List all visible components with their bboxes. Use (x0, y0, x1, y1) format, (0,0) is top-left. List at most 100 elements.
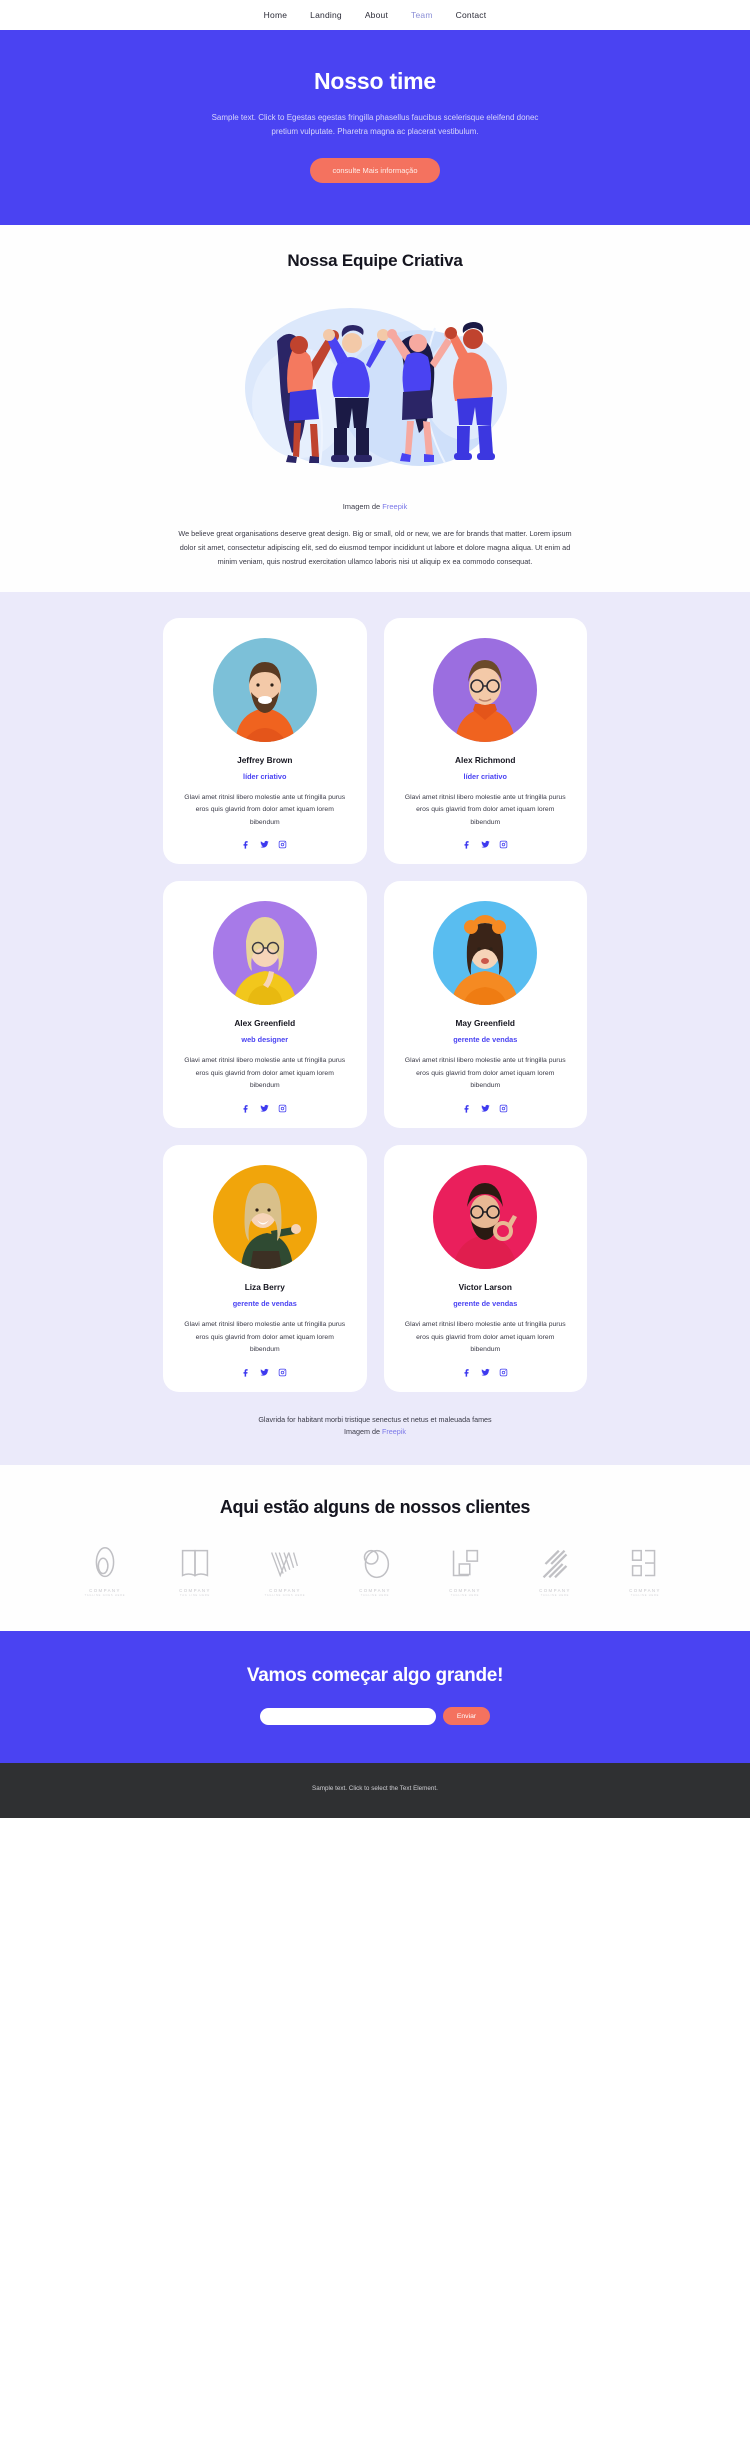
team-card[interactable]: Alex Richmond líder criativo Glavi amet … (383, 617, 587, 865)
facebook-icon[interactable] (242, 840, 251, 849)
team-credit-prefix: Imagem de (344, 1427, 382, 1437)
avatar (212, 1165, 317, 1270)
subscribe-form: Enviar (0, 1707, 750, 1726)
member-socials (177, 1368, 353, 1377)
creative-team-title: Nossa Equipe Criativa (287, 251, 463, 270)
oval-loop-mark (95, 1546, 115, 1578)
cta-title: Vamos começar algo grande! (246, 1665, 504, 1687)
client-logo-name: COMPANY (539, 1587, 571, 1593)
member-name: May Greenfield (455, 1018, 515, 1029)
instagram-icon[interactable] (278, 840, 287, 849)
client-logo-tagline: TAGLINE HERE (450, 1594, 480, 1598)
client-logo[interactable]: COMPANY TAGLINE GOES HERE (66, 1544, 144, 1597)
illustration-credit: Imagem de Freepik (0, 502, 750, 511)
member-socials (177, 1104, 353, 1113)
member-name: Jeffrey Brown (237, 754, 293, 765)
main-navigation: Home Landing About Team Contact (0, 0, 750, 30)
client-logo[interactable]: COMPANY TAGLINE HERE (606, 1544, 684, 1598)
bracket-blocks-mark (631, 1549, 656, 1577)
hero-title: Nosso time (314, 68, 436, 94)
facebook-icon[interactable] (463, 1104, 472, 1113)
member-bio: Glavi amet ritnisl libero molestie ante … (184, 1057, 346, 1090)
footer-text: Sample text. Click to select the Text El… (312, 1785, 438, 1793)
member-role: gerente de vendas (453, 1299, 518, 1309)
cta-section: Vamos começar algo grande! Enviar (0, 1631, 750, 1764)
nav-item-about[interactable]: About (365, 10, 388, 20)
member-name: Alex Greenfield (234, 1018, 296, 1029)
twitter-icon[interactable] (481, 1104, 490, 1113)
client-logo-name: COMPANY (629, 1587, 661, 1593)
avatar (212, 901, 317, 1006)
member-socials (398, 1368, 574, 1377)
instagram-icon[interactable] (278, 1368, 287, 1377)
submit-button[interactable]: Enviar (442, 1707, 491, 1726)
nav-item-contact[interactable]: Contact (456, 10, 487, 20)
team-caption-text: Glavrida for habitant morbi tristique se… (258, 1414, 492, 1424)
avatar (433, 637, 538, 742)
twitter-icon[interactable] (260, 840, 269, 849)
nav-item-home[interactable]: Home (264, 10, 287, 20)
client-logo[interactable]: COMPANY TAGLINE HERE (336, 1544, 414, 1597)
team-card[interactable]: May Greenfield gerente de vendas Glavi a… (383, 881, 587, 1129)
member-role: gerente de vendas (232, 1299, 297, 1309)
member-socials (177, 840, 353, 849)
facebook-icon[interactable] (463, 840, 472, 849)
team-caption: Glavrida for habitant morbi tristique se… (0, 1414, 750, 1455)
member-socials (398, 840, 574, 849)
team-grid: Jeffrey Brown líder criativo Glavi amet … (163, 617, 587, 1392)
client-logos: COMPANY TAGLINE GOES HERE COMPANY TAG LI… (0, 1544, 750, 1598)
client-logo-tagline: TAG LINE HERE (180, 1594, 210, 1598)
member-name: Liza Berry (244, 1282, 285, 1293)
facebook-icon[interactable] (463, 1368, 472, 1377)
client-logo-tagline: TAGLINE HERE (630, 1594, 660, 1598)
open-book-mark (181, 1549, 209, 1577)
credit-prefix: Imagem de (342, 502, 383, 511)
credit-link-freepik[interactable]: Freepik (382, 502, 407, 511)
nav-item-landing[interactable]: Landing (310, 10, 342, 20)
creative-team-section: Nossa Equipe Criativa Imagem de Freepik … (0, 225, 750, 592)
instagram-icon[interactable] (499, 840, 508, 849)
hero-subtitle: Sample text. Click to Egestas egestas fr… (211, 113, 539, 136)
instagram-icon[interactable] (499, 1104, 508, 1113)
client-logo-name: COMPANY (179, 1587, 211, 1593)
client-logo[interactable]: COMPANY TAGLINE GOES HERE (246, 1544, 324, 1598)
team-card[interactable]: Liza Berry gerente de vendas Glavi amet … (163, 1145, 367, 1392)
instagram-icon[interactable] (499, 1368, 508, 1377)
client-logo-name: COMPANY (89, 1587, 121, 1593)
client-logo[interactable]: COMPANY TAG LINE HERE (156, 1544, 234, 1598)
client-logo[interactable]: COMPANY TAGLINE HERE (426, 1544, 504, 1598)
creative-team-paragraph: We believe great organisations deserve g… (178, 529, 572, 567)
instagram-icon[interactable] (278, 1104, 287, 1113)
chevron-lines-mark (271, 1552, 299, 1578)
twitter-icon[interactable] (260, 1368, 269, 1377)
twitter-icon[interactable] (481, 840, 490, 849)
client-logo[interactable]: COMPANY TAGLINE HERE (516, 1544, 594, 1597)
member-role: web designer (241, 1035, 289, 1045)
team-members-section: Jeffrey Brown líder criativo Glavi amet … (0, 591, 750, 1465)
teamwork-illustration (230, 293, 520, 493)
member-name: Alex Richmond (455, 754, 516, 765)
facebook-icon[interactable] (242, 1104, 251, 1113)
clients-section: Aqui estão alguns de nossos clientes COM… (0, 1464, 750, 1632)
member-role: gerente de vendas (453, 1035, 518, 1045)
team-card[interactable]: Alex Greenfield web designer Glavi amet … (163, 881, 367, 1129)
team-credit-link-freepik[interactable]: Freepik (382, 1427, 406, 1436)
hero-cta-button[interactable]: consulte Mais informação (310, 158, 440, 183)
team-card[interactable]: Jeffrey Brown líder criativo Glavi amet … (163, 617, 367, 865)
member-name: Victor Larson (458, 1282, 512, 1293)
member-socials (398, 1104, 574, 1113)
team-card[interactable]: Victor Larson gerente de vendas Glavi am… (383, 1145, 587, 1392)
facebook-icon[interactable] (242, 1368, 251, 1377)
squares-corner-mark (452, 1549, 479, 1577)
client-logo-tagline: TAGLINE GOES HERE (264, 1594, 306, 1598)
avatar (433, 1165, 538, 1270)
diagonal-stripes-mark (542, 1549, 568, 1579)
client-logo-name: COMPANY (269, 1587, 301, 1593)
twitter-icon[interactable] (260, 1104, 269, 1113)
email-input[interactable] (259, 1707, 436, 1725)
client-logo-name: COMPANY (449, 1587, 481, 1593)
member-bio: Glavi amet ritnisl libero molestie ante … (404, 793, 566, 826)
twitter-icon[interactable] (481, 1368, 490, 1377)
member-bio: Glavi amet ritnisl libero molestie ante … (404, 1057, 566, 1090)
nav-item-team[interactable]: Team (411, 10, 433, 20)
